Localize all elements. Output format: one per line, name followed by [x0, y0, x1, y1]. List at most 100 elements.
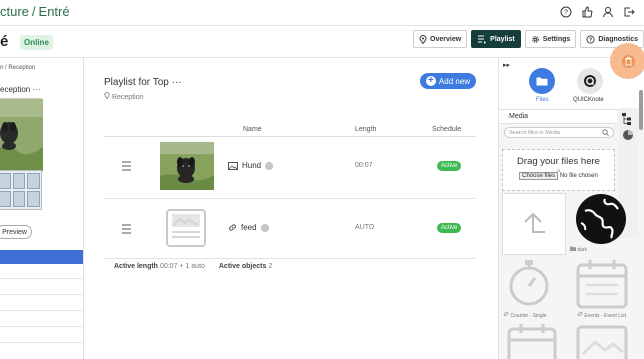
column-header-length[interactable]: Length: [355, 126, 376, 133]
row-divider: [104, 198, 476, 199]
user-icon[interactable]: [601, 5, 615, 19]
gear-icon: [531, 35, 539, 43]
left-panel-crumb: n / Reception: [0, 65, 36, 71]
upload-arrow-icon: [524, 212, 545, 233]
preview-button[interactable]: Preview: [0, 225, 32, 239]
file-tree-icon[interactable]: [622, 112, 636, 126]
thumbs-up-icon[interactable]: [580, 5, 594, 19]
add-new-button[interactable]: + Add new: [420, 73, 476, 89]
left-panel-title: eception ···: [0, 85, 40, 94]
left-panel-menu[interactable]: ···: [32, 85, 40, 94]
quicknote-tool-button[interactable]: [577, 68, 603, 94]
image-icon: [228, 161, 238, 170]
location-pin-icon: [419, 34, 427, 44]
screen-preview-image[interactable]: [0, 98, 43, 171]
upload-dropzone[interactable]: Drag your files here or Choose files No …: [502, 149, 615, 191]
expand-panel-icon[interactable]: ▸▸: [503, 61, 510, 69]
active-length-label: Active length: [114, 263, 158, 270]
calendar-icon: [507, 324, 557, 359]
playlist-footer: Active length 00:07 + 1 auto Active objec…: [114, 263, 272, 270]
top-icons: ?: [559, 5, 636, 19]
item-name-feed[interactable]: feed ···: [228, 223, 269, 232]
media-tile-events[interactable]: [575, 258, 629, 310]
playlist-location: Reception: [104, 92, 143, 101]
choose-files-button[interactable]: Choose files: [519, 172, 559, 180]
image-icon: [576, 325, 628, 359]
search-icon[interactable]: [602, 129, 609, 136]
media-tile-image[interactable]: [575, 324, 629, 359]
help-circle-icon: ?: [586, 34, 595, 43]
drag-handle-icon[interactable]: [122, 224, 131, 236]
top-bar: cture / Entré ?: [0, 0, 644, 26]
item-name-text: Hund: [242, 161, 262, 170]
stopwatch-icon: [509, 260, 549, 306]
add-new-label: Add new: [438, 76, 471, 86]
item-thumbnail-hund[interactable]: [160, 142, 214, 190]
media-panel-scrollbar[interactable]: [639, 90, 643, 130]
files-tool-label: Files: [536, 97, 549, 103]
help-icon[interactable]: ?: [559, 5, 573, 19]
logout-icon[interactable]: [622, 5, 636, 19]
tile-label-events: Events - Event List: [577, 311, 626, 319]
playlist-title-text: Playlist for Top: [104, 77, 169, 88]
more-options-icon[interactable]: ···: [265, 161, 274, 170]
media-folder-label[interactable]: Media: [499, 110, 617, 124]
header-divider: [104, 136, 476, 137]
media-tile-widget[interactable]: [507, 324, 557, 359]
player-name: é: [0, 33, 9, 50]
tab-settings[interactable]: Settings: [524, 30, 577, 48]
active-objects-value: 2: [268, 263, 273, 270]
left-panel: n / Reception eception ··· Preview: [0, 58, 84, 359]
item-thumbnail-feed[interactable]: [166, 209, 206, 247]
column-header-name[interactable]: Name: [243, 126, 262, 133]
nav-tabs: Overview Playlist Settings ? Diagnostics: [413, 30, 644, 48]
selected-playlist-row[interactable]: [0, 250, 83, 264]
playlist-title-menu[interactable]: ···: [172, 77, 182, 88]
playlist-title: Playlist for Top ···: [104, 77, 182, 88]
media-tile-dark[interactable]: [575, 193, 627, 245]
globe-icon: [576, 194, 626, 244]
click-highlight: [610, 43, 644, 79]
drag-handle-icon[interactable]: [122, 161, 131, 173]
folder-icon: [536, 77, 548, 86]
playlist-icon: [478, 35, 487, 44]
item-length: 00:07: [355, 162, 373, 169]
playlist-location-text: Reception: [111, 94, 144, 101]
item-name-hund[interactable]: Hund ···: [228, 161, 274, 170]
status-badge: Online: [20, 35, 53, 50]
row-divider: [104, 258, 476, 259]
quicknote-tool-label: QUICKnote: [573, 97, 604, 103]
quicknote-icon: [584, 75, 596, 87]
link-small-icon: [577, 311, 583, 317]
column-header-schedule[interactable]: Schedule: [432, 126, 461, 133]
screen-layout-preview: [0, 170, 42, 210]
media-search-input[interactable]: Search files in Media: [504, 127, 614, 138]
files-tool-button[interactable]: [529, 68, 555, 94]
media-tile-upload[interactable]: [502, 193, 566, 255]
tab-playlist-label: Playlist: [490, 35, 515, 43]
tab-overview[interactable]: Overview: [413, 30, 468, 48]
folder-small-icon: [570, 246, 576, 251]
breadcrumb-parent[interactable]: cture: [0, 4, 29, 19]
item-status-badge[interactable]: Active: [437, 161, 462, 171]
pie-chart-icon[interactable]: [622, 128, 636, 142]
playlist-row-divider: [0, 278, 83, 279]
svg-text:?: ?: [589, 37, 592, 43]
active-objects-label: Active objects: [218, 263, 267, 270]
tab-diagnostics-label: Diagnostics: [598, 35, 638, 43]
delete-icon[interactable]: [622, 55, 635, 68]
svg-text:?: ?: [564, 10, 568, 17]
active-length-value: 00:07 + 1 auto: [159, 263, 205, 270]
breadcrumb: cture / Entré: [0, 4, 70, 19]
media-tile-counter[interactable]: [507, 258, 551, 308]
playlist-row-divider: [0, 310, 83, 311]
item-status-badge[interactable]: Active: [437, 223, 462, 233]
location-pin-icon: [104, 92, 110, 100]
file-chooser[interactable]: Choose files No file chosen: [503, 172, 614, 180]
item-name-text: feed: [241, 223, 257, 232]
tab-playlist[interactable]: Playlist: [471, 30, 521, 48]
playlist-row-divider: [0, 326, 83, 327]
item-length: AUTO: [355, 224, 375, 231]
more-options-icon[interactable]: ···: [260, 223, 269, 232]
playlist-editor: Playlist for Top ··· Reception + Add new…: [84, 58, 498, 359]
